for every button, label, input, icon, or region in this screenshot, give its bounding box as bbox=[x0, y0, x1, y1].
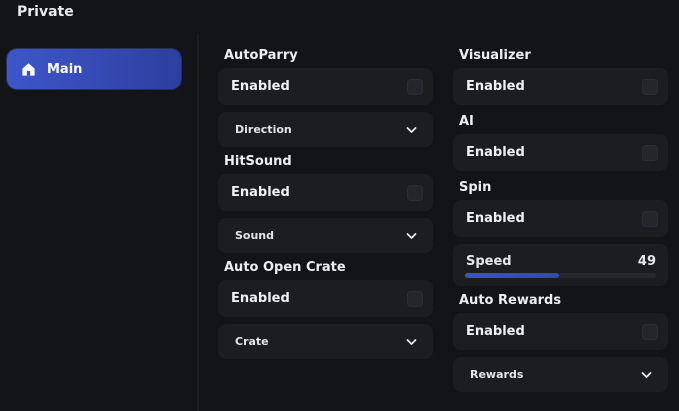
toggle-label: Enabled bbox=[466, 145, 525, 160]
auto-rewards-enabled-toggle[interactable]: Enabled bbox=[453, 313, 668, 350]
dropdown-label: Sound bbox=[235, 229, 275, 242]
dropdown-label: Crate bbox=[235, 335, 269, 348]
ai-title: AI bbox=[459, 114, 474, 129]
sidebar-item-label: Main bbox=[47, 61, 83, 77]
sound-dropdown[interactable]: Sound bbox=[218, 218, 433, 253]
autoparry-checkbox[interactable] bbox=[407, 78, 423, 95]
rewards-dropdown[interactable]: Rewards bbox=[453, 357, 668, 392]
right-column: Visualizer Enabled AI Enabled Spin Enabl… bbox=[453, 46, 668, 397]
spin-enabled-toggle[interactable]: Enabled bbox=[453, 200, 668, 237]
left-column: AutoParry Enabled Direction HitSound Ena… bbox=[218, 46, 433, 364]
chevron-down-icon bbox=[406, 338, 417, 346]
toggle-label: Enabled bbox=[466, 324, 525, 339]
speed-slider-track[interactable] bbox=[465, 273, 656, 278]
toggle-label: Enabled bbox=[466, 211, 525, 226]
direction-dropdown[interactable]: Direction bbox=[218, 112, 433, 147]
hitsound-checkbox[interactable] bbox=[407, 184, 423, 201]
hitsound-title: HitSound bbox=[224, 154, 292, 169]
spin-checkbox[interactable] bbox=[642, 210, 658, 227]
speed-slider[interactable]: Speed 49 bbox=[453, 244, 668, 286]
sidebar: Main bbox=[0, 34, 197, 411]
auto-rewards-checkbox[interactable] bbox=[642, 323, 658, 340]
speed-label: Speed bbox=[466, 254, 512, 269]
spin-title: Spin bbox=[459, 180, 492, 195]
divider bbox=[197, 34, 199, 411]
toggle-label: Enabled bbox=[231, 291, 290, 306]
dropdown-label: Direction bbox=[235, 123, 292, 136]
speed-slider-fill[interactable] bbox=[465, 273, 559, 278]
toggle-label: Enabled bbox=[231, 185, 290, 200]
hitsound-enabled-toggle[interactable]: Enabled bbox=[218, 174, 433, 211]
toggle-label: Enabled bbox=[231, 79, 290, 94]
ai-enabled-toggle[interactable]: Enabled bbox=[453, 134, 668, 171]
toggle-label: Enabled bbox=[466, 79, 525, 94]
window-title: Private bbox=[17, 4, 74, 20]
crate-dropdown[interactable]: Crate bbox=[218, 324, 433, 359]
ai-checkbox[interactable] bbox=[642, 144, 658, 161]
auto-rewards-title: Auto Rewards bbox=[459, 293, 562, 308]
visualizer-checkbox[interactable] bbox=[642, 78, 658, 95]
speed-value: 49 bbox=[637, 254, 656, 269]
autoparry-title: AutoParry bbox=[224, 48, 298, 63]
auto-open-crate-enabled-toggle[interactable]: Enabled bbox=[218, 280, 433, 317]
chevron-down-icon bbox=[406, 126, 417, 134]
visualizer-enabled-toggle[interactable]: Enabled bbox=[453, 68, 668, 105]
visualizer-title: Visualizer bbox=[459, 48, 531, 63]
chevron-down-icon bbox=[641, 371, 652, 379]
auto-open-crate-checkbox[interactable] bbox=[407, 290, 423, 307]
home-icon bbox=[21, 62, 36, 77]
autoparry-enabled-toggle[interactable]: Enabled bbox=[218, 68, 433, 105]
sidebar-item-main[interactable]: Main bbox=[7, 49, 181, 89]
auto-open-crate-title: Auto Open Crate bbox=[224, 260, 346, 275]
chevron-down-icon bbox=[406, 232, 417, 240]
dropdown-label: Rewards bbox=[470, 368, 524, 381]
